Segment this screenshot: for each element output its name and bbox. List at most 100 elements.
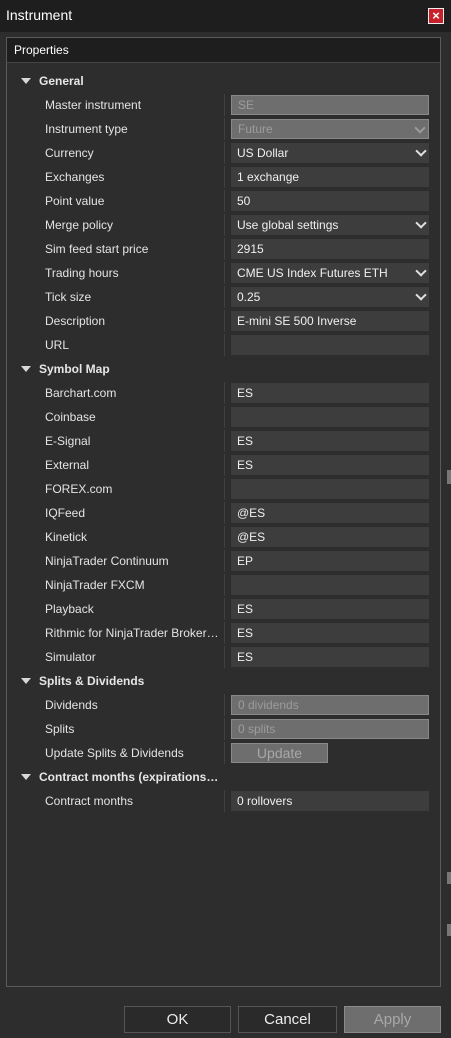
properties-title: Properties — [14, 43, 69, 57]
field-ninjatrader-fxcm[interactable] — [231, 575, 429, 595]
field-iqfeed[interactable]: @ES — [231, 503, 429, 523]
chevron-down-icon[interactable] — [415, 145, 427, 157]
chevron-down-icon[interactable] — [21, 366, 31, 372]
combo-trading-hours[interactable]: CME US Index Futures ETH — [231, 263, 429, 283]
chevron-down-icon[interactable] — [415, 289, 427, 301]
field-dividends: 0 dividends — [231, 695, 429, 715]
chevron-down-icon[interactable] — [21, 78, 31, 84]
property-label: NinjaTrader FXCM — [45, 578, 145, 592]
property-row-update-splits-dividends: Update Splits & Dividends Update — [7, 741, 442, 765]
group-general[interactable]: General — [7, 69, 442, 93]
property-label: Dividends — [45, 698, 98, 712]
column-divider[interactable] — [224, 622, 225, 644]
group-symbol-map[interactable]: Symbol Map — [7, 357, 442, 381]
property-label: Splits — [45, 722, 75, 736]
column-divider[interactable] — [224, 550, 225, 572]
scroll-mark — [447, 924, 451, 936]
column-divider[interactable] — [224, 214, 225, 236]
field-simulator[interactable]: ES — [231, 647, 429, 667]
property-label: Coinbase — [45, 410, 96, 424]
field-value: 50 — [237, 194, 251, 208]
property-label: Exchanges — [45, 170, 105, 184]
column-divider[interactable] — [224, 742, 225, 764]
group-label: Splits & Dividends — [39, 674, 145, 688]
column-divider[interactable] — [224, 166, 225, 188]
property-label: Kinetick — [45, 530, 88, 544]
chevron-down-icon[interactable] — [21, 678, 31, 684]
column-divider[interactable] — [224, 238, 225, 260]
field-ninjatrader-continuum[interactable]: EP — [231, 551, 429, 571]
field-value: ES — [237, 602, 254, 616]
field-external[interactable]: ES — [231, 455, 429, 475]
combo-currency[interactable]: US Dollar — [231, 143, 429, 163]
combo-tick-size[interactable]: 0.25 — [231, 287, 429, 307]
field-e-signal[interactable]: ES — [231, 431, 429, 451]
property-label: Instrument type — [45, 122, 128, 136]
column-divider[interactable] — [224, 286, 225, 308]
property-label: IQFeed — [45, 506, 86, 520]
field-value: 1 exchange — [237, 170, 300, 184]
chevron-down-icon[interactable] — [415, 217, 427, 229]
field-splits: 0 splits — [231, 719, 429, 739]
ok-button[interactable]: OK — [124, 1006, 231, 1033]
column-divider[interactable] — [224, 790, 225, 812]
property-label: Barchart.com — [45, 386, 117, 400]
field-point-value[interactable]: 50 — [231, 191, 429, 211]
property-label: Merge policy — [45, 218, 114, 232]
column-divider[interactable] — [224, 262, 225, 284]
column-divider[interactable] — [224, 382, 225, 404]
field-rithmic-for-ninjatrader-brokerage[interactable]: ES — [231, 623, 429, 643]
column-divider[interactable] — [224, 526, 225, 548]
column-divider[interactable] — [224, 430, 225, 452]
group-label: Symbol Map — [39, 362, 110, 376]
property-row-tick-size: Tick size 0.25 — [7, 285, 442, 309]
field-sim-feed-start-price[interactable]: 2915 — [231, 239, 429, 259]
column-divider[interactable] — [224, 502, 225, 524]
column-divider[interactable] — [224, 142, 225, 164]
column-divider[interactable] — [224, 334, 225, 356]
column-divider[interactable] — [224, 718, 225, 740]
field-coinbase[interactable] — [231, 407, 429, 427]
column-divider[interactable] — [224, 598, 225, 620]
close-button[interactable]: × — [428, 8, 444, 24]
update-button[interactable]: Update — [231, 743, 328, 763]
cancel-button[interactable]: Cancel — [238, 1006, 337, 1033]
chevron-down-icon[interactable] — [414, 122, 426, 134]
group-splits-dividends[interactable]: Splits & Dividends — [7, 669, 442, 693]
properties-header: Properties — [7, 38, 440, 63]
field-value: 0.25 — [237, 290, 261, 304]
column-divider[interactable] — [224, 478, 225, 500]
column-divider[interactable] — [224, 94, 225, 116]
chevron-down-icon[interactable] — [415, 265, 427, 277]
field-exchanges[interactable]: 1 exchange — [231, 167, 429, 187]
column-divider[interactable] — [224, 454, 225, 476]
property-label: Simulator — [45, 650, 96, 664]
field-contract-months[interactable]: 0 rollovers — [231, 791, 429, 811]
column-divider[interactable] — [224, 310, 225, 332]
property-row-contract-months: Contract months 0 rollovers — [7, 789, 442, 813]
scrollbar[interactable] — [447, 0, 451, 1038]
column-divider[interactable] — [224, 574, 225, 596]
column-divider[interactable] — [224, 190, 225, 212]
property-row-merge-policy: Merge policy Use global settings — [7, 213, 442, 237]
field-forex-com[interactable] — [231, 479, 429, 499]
column-divider[interactable] — [224, 118, 225, 140]
column-divider[interactable] — [224, 694, 225, 716]
field-description[interactable]: E-mini SE 500 Inverse — [231, 311, 429, 331]
property-label: Description — [45, 314, 106, 328]
scroll-mark — [447, 470, 451, 484]
column-divider[interactable] — [224, 406, 225, 428]
field-barchart-com[interactable]: ES — [231, 383, 429, 403]
field-kinetick[interactable]: @ES — [231, 527, 429, 547]
column-divider[interactable] — [224, 646, 225, 668]
field-value: 2915 — [237, 242, 264, 256]
property-row-ninjatrader-continuum: NinjaTrader Continuum EP — [7, 549, 442, 573]
field-url[interactable] — [231, 335, 429, 355]
apply-button[interactable]: Apply — [344, 1006, 441, 1033]
property-row-exchanges: Exchanges 1 exchange — [7, 165, 442, 189]
combo-merge-policy[interactable]: Use global settings — [231, 215, 429, 235]
property-row-url: URL — [7, 333, 442, 357]
group-contract-months-expirations[interactable]: Contract months (expirations… — [7, 765, 442, 789]
chevron-down-icon[interactable] — [21, 774, 31, 780]
field-playback[interactable]: ES — [231, 599, 429, 619]
